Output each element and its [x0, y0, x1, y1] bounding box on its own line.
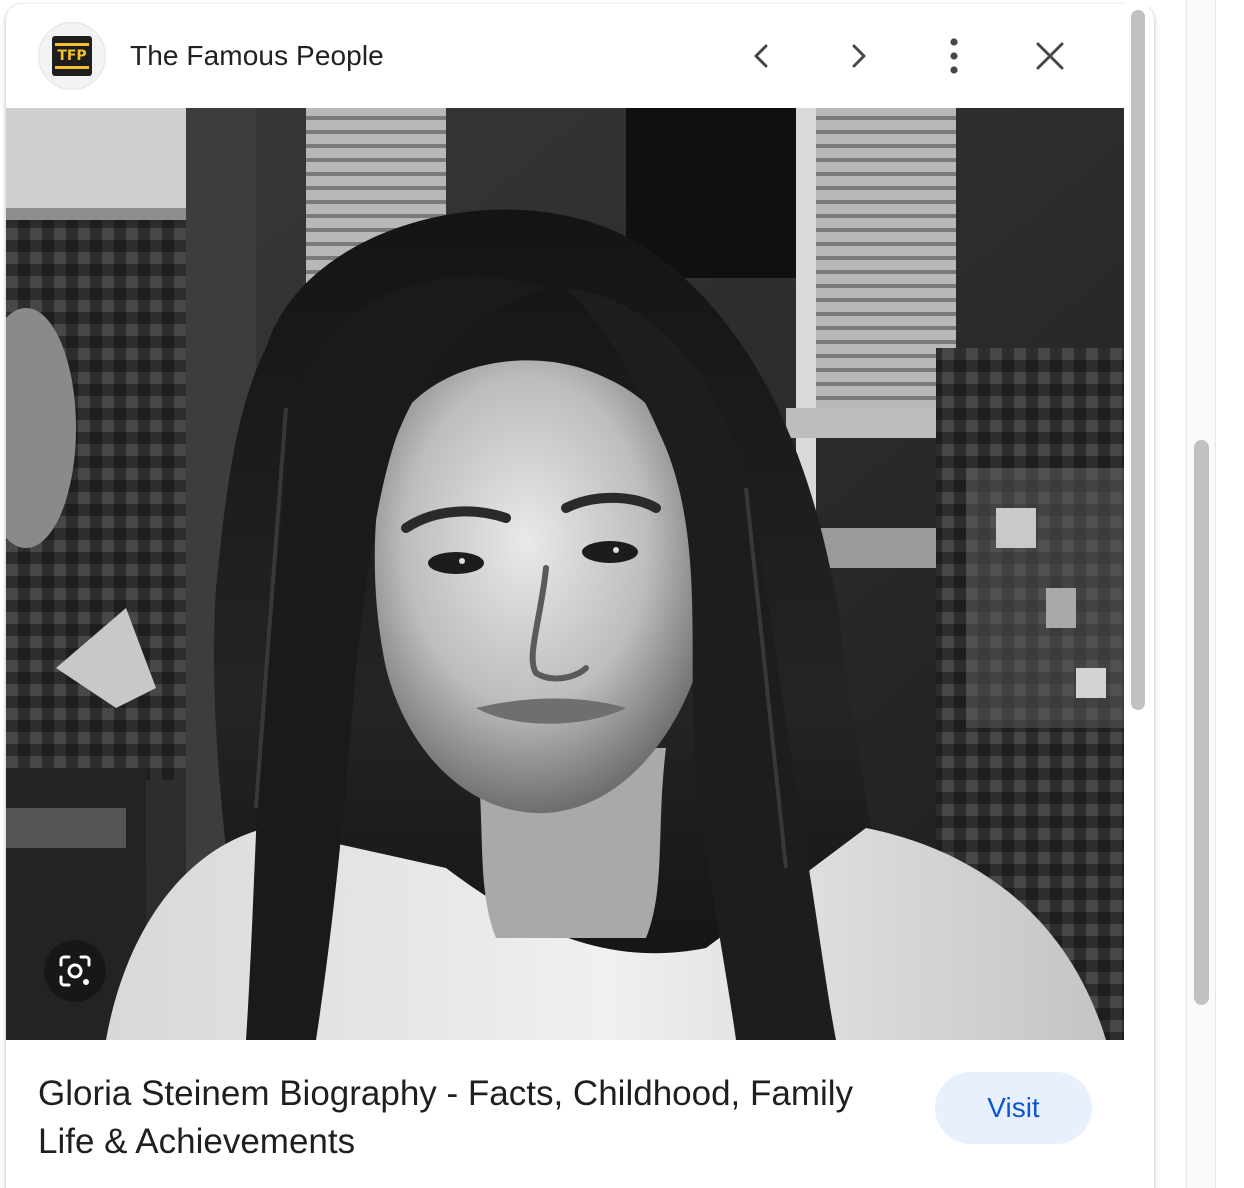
google-lens-icon	[59, 955, 91, 987]
window-edge	[1217, 0, 1244, 1188]
chevron-right-icon	[852, 44, 866, 68]
next-button[interactable]	[834, 32, 882, 80]
preview-image[interactable]	[6, 108, 1124, 1040]
result-title[interactable]: Gloria Steinem Biography - Facts, Childh…	[38, 1070, 898, 1166]
visit-button[interactable]: Visit	[935, 1072, 1092, 1144]
close-button[interactable]	[1026, 32, 1074, 80]
more-vert-icon	[950, 38, 958, 74]
chevron-left-icon	[754, 44, 768, 68]
google-lens-button[interactable]	[44, 940, 106, 1002]
image-preview-screen: TFP The Famous People Gloria Steinem Bio…	[0, 0, 1244, 1188]
preview-header: TFP The Famous People	[6, 4, 1126, 108]
site-favicon[interactable]: TFP	[38, 22, 106, 90]
page-scrollbar-thumb[interactable]	[1194, 440, 1209, 1005]
image-preview-panel: TFP The Famous People Gloria Steinem Bio…	[6, 4, 1154, 1188]
close-icon	[1036, 42, 1064, 70]
panel-scrollbar-thumb[interactable]	[1131, 10, 1145, 710]
portrait-photo	[6, 108, 1124, 1040]
logo-text: TFP	[57, 48, 87, 64]
previous-button[interactable]	[738, 32, 786, 80]
more-options-button[interactable]	[930, 32, 978, 80]
tfp-logo: TFP	[52, 36, 92, 76]
site-name[interactable]: The Famous People	[130, 40, 384, 72]
